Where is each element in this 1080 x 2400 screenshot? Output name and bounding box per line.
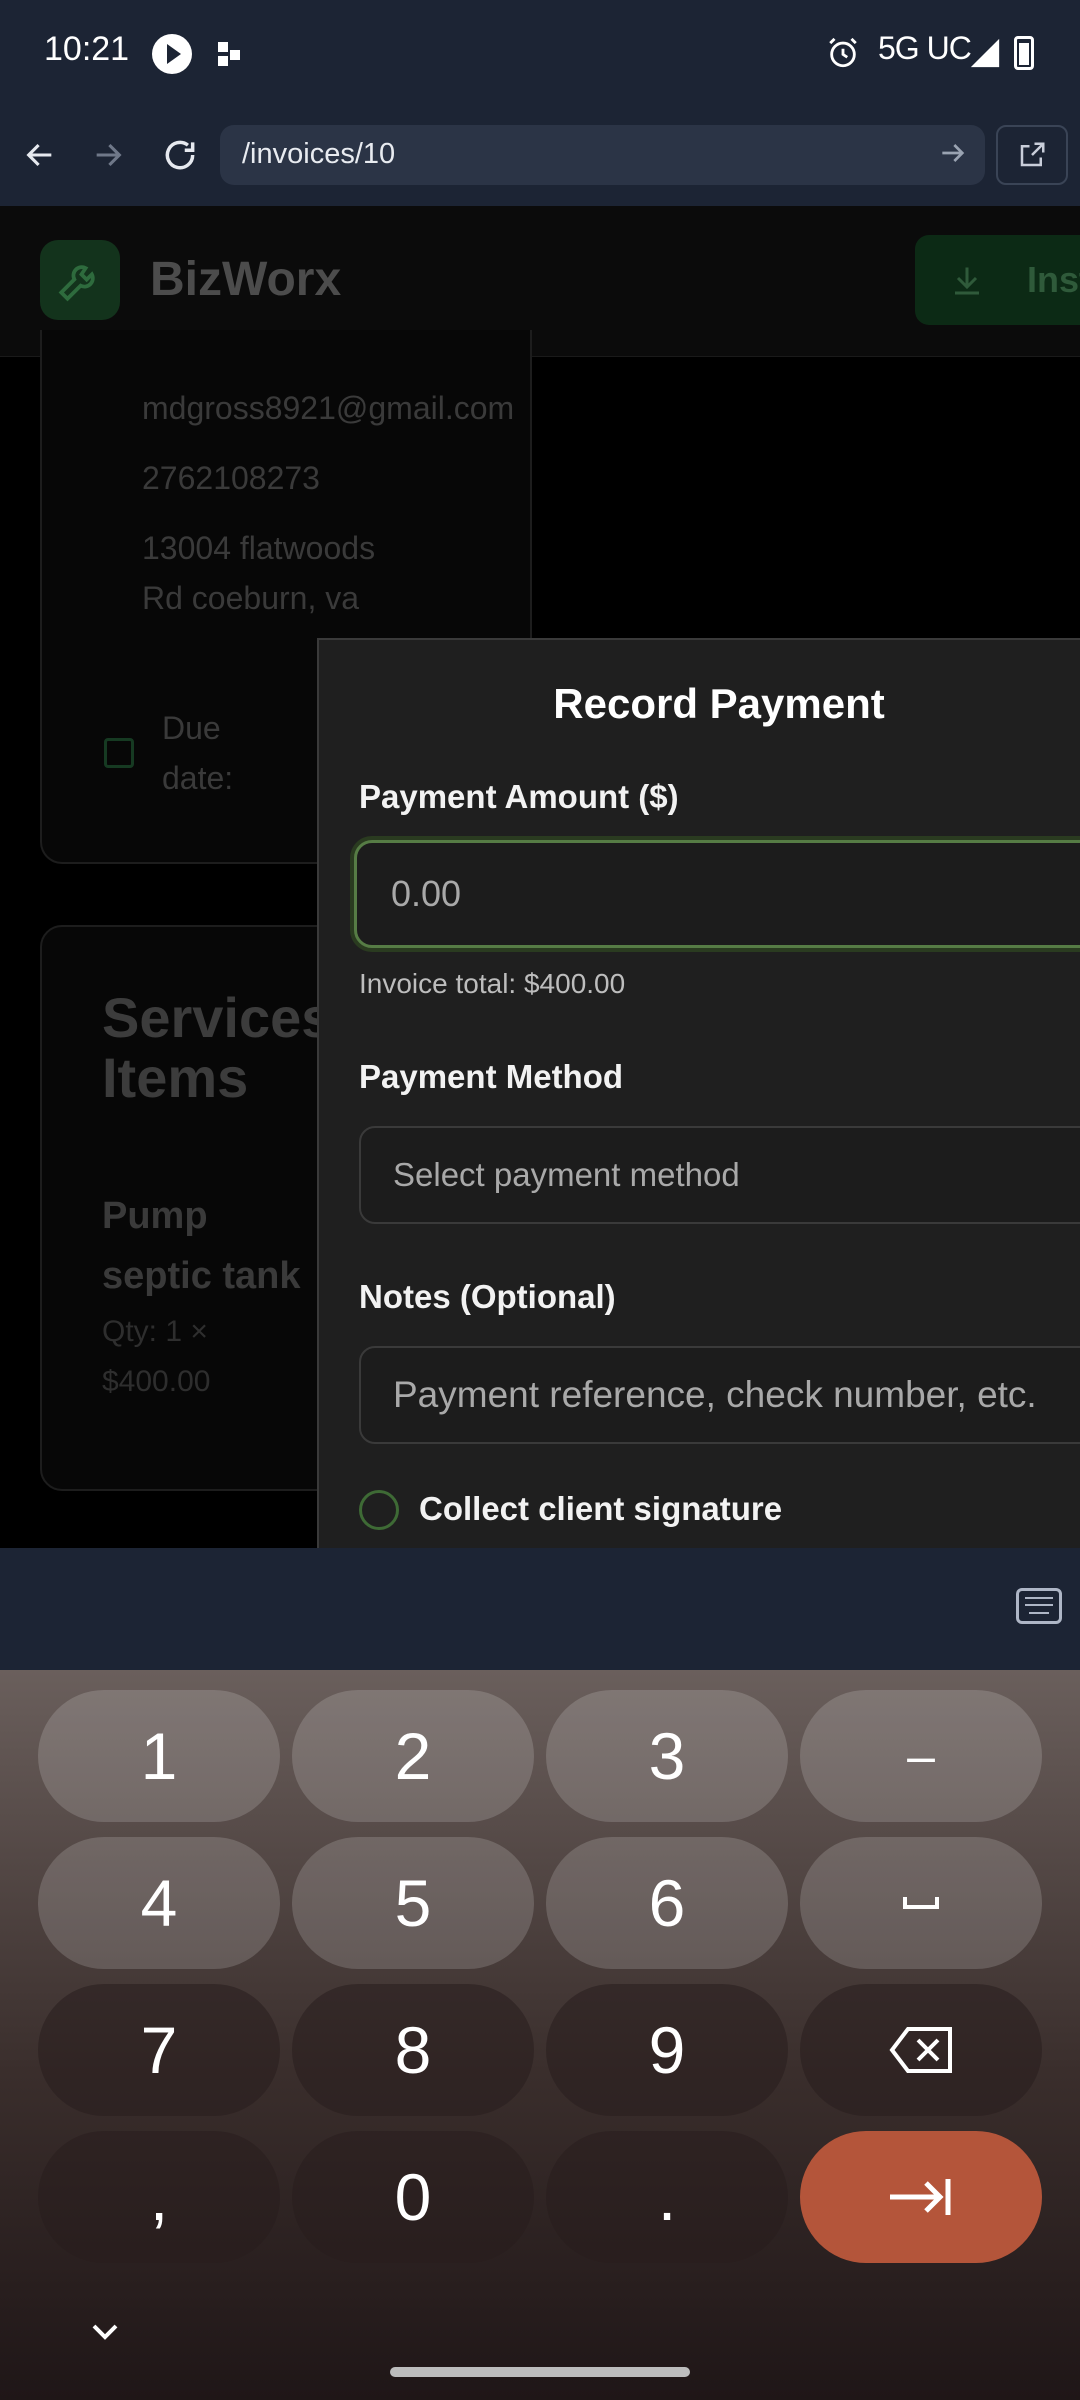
due-date-label-2: date: (162, 760, 234, 796)
keyboard-toolbar (0, 1548, 1080, 1670)
key-backspace[interactable] (800, 1984, 1042, 2116)
network-type: 5G UC (878, 30, 972, 66)
alarm-icon (826, 36, 860, 75)
service-item-qty: Qty: 1 × (102, 1315, 208, 1348)
key-8[interactable]: 8 (292, 1984, 534, 2116)
wrench-logo-icon (40, 240, 120, 320)
url-text: /invoices/10 (242, 138, 396, 170)
payment-amount-input[interactable]: 0.00 (354, 840, 1080, 948)
services-heading-2: Items (102, 1046, 249, 1109)
status-time: 10:21 (44, 30, 130, 68)
battery-icon (1014, 36, 1034, 70)
address-bar[interactable]: /invoices/10 (220, 125, 985, 185)
numeric-keyboard: 1 2 3 – 4 5 6 7 8 9 , 0 . (0, 1670, 1080, 2400)
key-period[interactable]: . (546, 2131, 788, 2263)
services-heading-1: Services (102, 986, 333, 1049)
go-arrow-icon[interactable] (937, 137, 969, 174)
key-5[interactable]: 5 (292, 1837, 534, 1969)
play-icon (152, 34, 192, 74)
key-1[interactable]: 1 (38, 1690, 280, 1822)
signal-icon (968, 36, 1002, 75)
payment-amount-label: Payment Amount ($) (359, 778, 679, 815)
client-address-line2: Rd coeburn, va (142, 580, 360, 616)
brand-name: BizWorx (150, 253, 342, 306)
key-6[interactable]: 6 (546, 1837, 788, 1969)
payment-amount-placeholder: 0.00 (391, 873, 462, 914)
open-external-button[interactable] (996, 125, 1068, 185)
back-arrow-icon (26, 143, 52, 167)
app-notification-icon (218, 42, 242, 66)
key-9[interactable]: 9 (546, 1984, 788, 2116)
reload-icon (165, 140, 195, 170)
keyboard-switch-icon[interactable] (1016, 1588, 1062, 1624)
invoice-total-hint: Invoice total: $400.00 (359, 968, 626, 999)
home-gesture-bar[interactable] (390, 2367, 690, 2377)
open-external-icon (1020, 142, 1045, 167)
signature-checkbox[interactable] (359, 1490, 399, 1530)
client-email: mdgross8921@gmail.com (142, 390, 515, 426)
forward-button[interactable] (80, 127, 136, 183)
key-4[interactable]: 4 (38, 1837, 280, 1969)
backspace-icon (889, 2027, 952, 2073)
reload-button[interactable] (152, 127, 208, 183)
client-phone: 2762108273 (142, 460, 320, 496)
service-item-name-1: Pump (102, 1195, 208, 1237)
payment-method-label: Payment Method (359, 1058, 624, 1095)
key-minus[interactable]: – (800, 1690, 1042, 1822)
client-address-line1: 13004 flatwoods (142, 530, 376, 566)
service-item-price: $400.00 (102, 1365, 211, 1398)
due-date-label-1: Due (162, 710, 221, 746)
download-icon (949, 263, 985, 304)
signature-checkbox-label: Collect client signature (419, 1490, 783, 1527)
status-bar: 10:21 5G UC (0, 0, 1080, 108)
payment-method-placeholder: Select payment method (393, 1156, 740, 1193)
notes-input[interactable]: Payment reference, check number, etc. (359, 1346, 1080, 1444)
calendar-icon (104, 738, 134, 768)
back-button[interactable] (12, 127, 68, 183)
service-item-name-2: septic tank (102, 1255, 301, 1297)
key-tab-next[interactable] (800, 2131, 1042, 2263)
key-7[interactable]: 7 (38, 1984, 280, 2116)
notes-placeholder: Payment reference, check number, etc. (393, 1374, 1037, 1415)
tab-next-icon (890, 2179, 951, 2215)
key-comma[interactable]: , (38, 2131, 280, 2263)
key-space[interactable] (800, 1837, 1042, 1969)
install-label: Inst (1027, 259, 1080, 300)
key-2[interactable]: 2 (292, 1690, 534, 1822)
forward-arrow-icon (96, 143, 122, 167)
key-3[interactable]: 3 (546, 1690, 788, 1822)
key-0[interactable]: 0 (292, 2131, 534, 2263)
dialog-title: Record Payment (553, 680, 885, 727)
install-button[interactable]: Inst (915, 235, 1080, 325)
space-icon (903, 1897, 939, 1909)
collapse-keyboard-chevron-icon[interactable] (88, 2320, 122, 2349)
notes-label: Notes (Optional) (359, 1278, 616, 1315)
payment-method-select[interactable]: Select payment method (359, 1126, 1080, 1224)
